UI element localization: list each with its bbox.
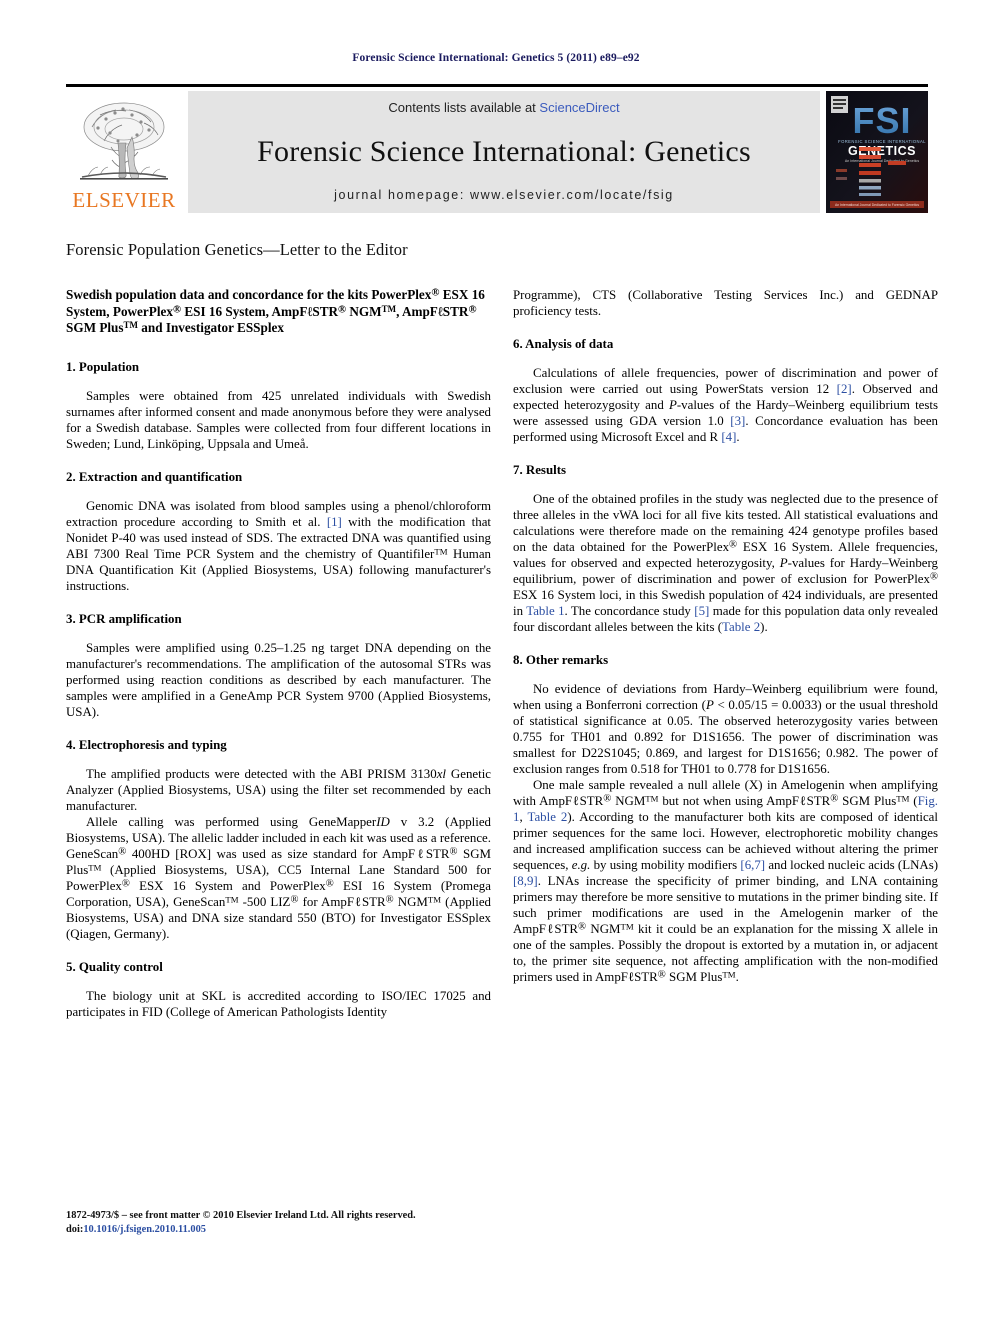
contents-available-line: Contents lists available at ScienceDirec… bbox=[388, 100, 619, 115]
cover-artwork-icon: FSI FORENSIC SCIENCE INTERNATIONAL GENET… bbox=[826, 90, 928, 213]
masthead-top-rule bbox=[66, 84, 928, 87]
section-analysis: 6. Analysis of data Calculations of alle… bbox=[513, 336, 938, 445]
section-heading-1: 1. Population bbox=[66, 359, 140, 374]
journal-masthead: ELSEVIER Contents lists available at Sci… bbox=[66, 84, 928, 213]
section-quality-control: 5. Quality control The biology unit at S… bbox=[66, 959, 491, 1020]
section-extraction: 2. Extraction and quantification Genomic… bbox=[66, 469, 491, 594]
section-heading-4: 4. Electrophoresis and typing bbox=[66, 737, 227, 752]
paragraph: Calculations of allele frequencies, powe… bbox=[513, 366, 938, 444]
journal-homepage-link[interactable]: journal homepage: www.elsevier.com/locat… bbox=[334, 188, 674, 202]
left-column: Swedish population data and concordance … bbox=[66, 287, 491, 1037]
right-column: Programme), CTS (Collaborative Testing S… bbox=[513, 287, 938, 1002]
elsevier-wordmark: ELSEVIER bbox=[72, 187, 176, 212]
masthead-center: Contents lists available at ScienceDirec… bbox=[188, 90, 820, 213]
paragraph: Samples were amplified using 0.25–1.25 n… bbox=[66, 640, 491, 719]
journal-title: Forensic Science International: Genetics bbox=[257, 134, 751, 168]
doi-line: doi:10.1016/j.fsigen.2010.11.005 bbox=[66, 1223, 496, 1237]
section-heading-5: 5. Quality control bbox=[66, 959, 163, 974]
paragraph: Samples were obtained from 425 unrelated… bbox=[66, 388, 491, 451]
paragraph: No evidence of deviations from Hardy–Wei… bbox=[513, 682, 939, 776]
page-footer: 1872-4973/$ – see front matter © 2010 El… bbox=[66, 1209, 496, 1236]
contents-prefix: Contents lists available at bbox=[388, 99, 540, 115]
section-electrophoresis: 4. Electrophoresis and typing The amplif… bbox=[66, 737, 491, 942]
section-heading-6: 6. Analysis of data bbox=[513, 337, 614, 351]
elsevier-logo: ELSEVIER bbox=[66, 91, 182, 213]
section-quality-control-continued: Programme), CTS (Collaborative Testing S… bbox=[513, 287, 938, 319]
paragraph: Programme), CTS (Collaborative Testing S… bbox=[513, 288, 938, 318]
journal-article-page: Forensic Science International: Genetics… bbox=[0, 0, 992, 1323]
paragraph: Genomic DNA was isolated from blood samp… bbox=[66, 498, 491, 593]
section-pcr: 3. PCR amplification Samples were amplif… bbox=[66, 611, 491, 720]
section-heading-3: 3. PCR amplification bbox=[66, 611, 182, 626]
section-heading-7: 7. Results bbox=[513, 463, 566, 477]
section-results: 7. Results One of the obtained profiles … bbox=[513, 462, 938, 635]
section-heading-2: 2. Extraction and quantification bbox=[66, 469, 243, 484]
svg-text:FSI: FSI bbox=[852, 100, 911, 141]
section-population: 1. Population Samples were obtained from… bbox=[66, 359, 491, 452]
journal-cover-thumbnail: FSI FORENSIC SCIENCE INTERNATIONAL GENET… bbox=[826, 90, 928, 213]
running-header: Forensic Science International: Genetics… bbox=[352, 52, 640, 64]
article-title: Swedish population data and concordance … bbox=[66, 286, 485, 336]
section-heading-8: 8. Other remarks bbox=[513, 653, 609, 667]
svg-text:GENETICS: GENETICS bbox=[848, 144, 916, 158]
doi-link[interactable]: 10.1016/j.fsigen.2010.11.005 bbox=[83, 1224, 206, 1235]
article-type-heading: Forensic Population Genetics—Letter to t… bbox=[66, 240, 408, 259]
paragraph: One male sample revealed a null allele (… bbox=[513, 778, 939, 984]
sciencedirect-link[interactable]: ScienceDirect bbox=[539, 100, 619, 115]
section-other-remarks: 8. Other remarks No evidence of deviatio… bbox=[513, 652, 938, 985]
paragraph: The amplified products were detected wit… bbox=[66, 766, 491, 813]
elsevier-tree-icon bbox=[80, 102, 168, 180]
paragraph: The biology unit at SKL is accredited ac… bbox=[66, 988, 491, 1019]
front-matter-line: 1872-4973/$ – see front matter © 2010 El… bbox=[66, 1210, 416, 1221]
paragraph: One of the obtained profiles in the stud… bbox=[513, 492, 939, 634]
svg-text:An International Journal Dedic: An International Journal Dedicated to Ge… bbox=[845, 159, 920, 163]
svg-text:An International Journal Dedic: An International Journal Dedicated to Fo… bbox=[835, 203, 919, 207]
doi-label: doi: bbox=[66, 1223, 84, 1235]
paragraph: Allele calling was performed using GeneM… bbox=[66, 814, 491, 941]
